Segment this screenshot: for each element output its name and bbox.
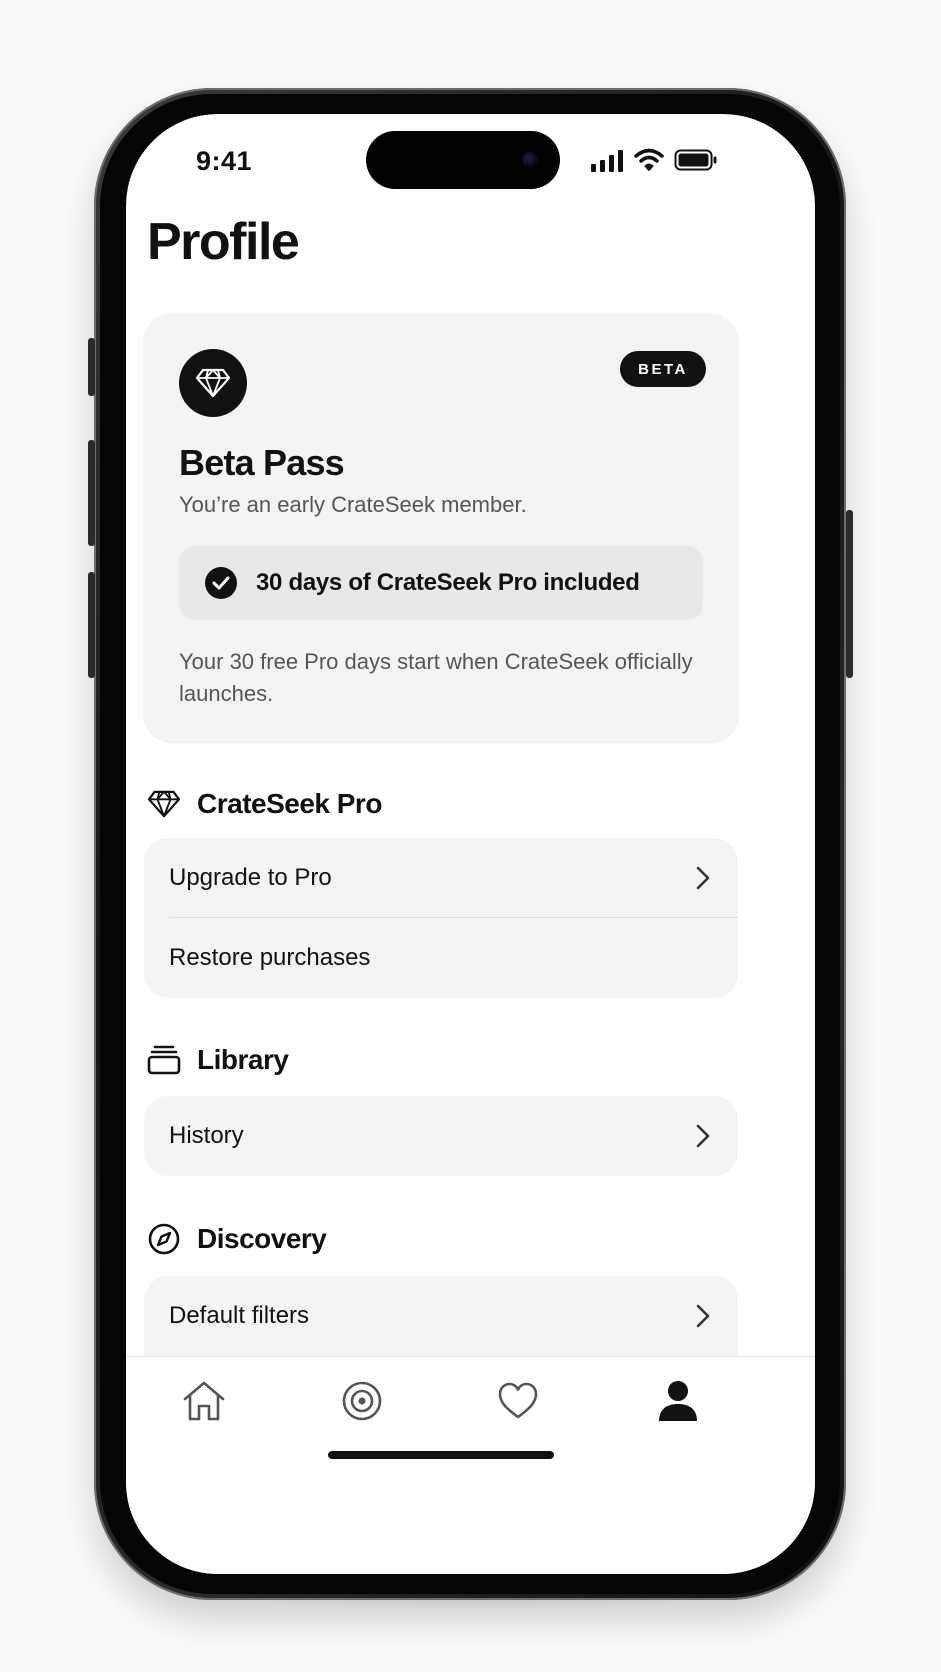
library-settings-group: History <box>144 1096 738 1176</box>
default-filters-row[interactable]: Default filters <box>144 1276 738 1356</box>
screen: 9:41 Profile BETA Beta Pass You’re an ea… <box>126 114 815 1574</box>
row-label: Default filters <box>169 1302 310 1329</box>
chevron-right-icon <box>696 1304 710 1328</box>
section-header-library: Library <box>147 1044 289 1076</box>
section-title: Discovery <box>197 1223 327 1254</box>
stack-icon <box>147 1045 181 1075</box>
beta-badge: BETA <box>620 351 706 387</box>
chevron-right-icon <box>696 866 710 890</box>
row-label: History <box>169 1122 244 1149</box>
page-title: Profile <box>147 213 300 271</box>
power-button <box>846 510 853 678</box>
home-indicator[interactable] <box>328 1451 554 1459</box>
home-icon <box>183 1381 225 1421</box>
dynamic-island <box>366 131 560 189</box>
person-icon <box>659 1381 697 1421</box>
cellular-signal-icon <box>591 150 623 172</box>
chevron-right-icon <box>696 1124 710 1148</box>
diamond-icon <box>147 790 181 818</box>
row-label: Restore purchases <box>169 944 371 971</box>
section-title: CrateSeek Pro <box>197 788 382 819</box>
section-header-discovery: Discovery <box>147 1222 327 1256</box>
tab-favorites[interactable] <box>492 1375 544 1427</box>
restore-purchases-row[interactable]: Restore purchases <box>144 918 738 998</box>
history-row[interactable]: History <box>144 1096 738 1176</box>
section-title: Library <box>197 1044 289 1075</box>
tab-home[interactable] <box>178 1375 230 1427</box>
tab-profile[interactable] <box>652 1375 704 1427</box>
volume-down-button <box>88 572 95 678</box>
volume-up-button <box>88 440 95 546</box>
compass-icon <box>148 1223 180 1255</box>
pro-included-banner: 30 days of CrateSeek Pro included <box>179 546 703 620</box>
upgrade-to-pro-row[interactable]: Upgrade to Pro <box>144 838 738 918</box>
battery-icon <box>674 149 717 171</box>
pro-settings-group: Upgrade to Pro Restore purchases <box>144 838 738 998</box>
heart-icon <box>498 1382 538 1419</box>
tab-discover[interactable] <box>336 1375 388 1427</box>
target-icon <box>342 1381 382 1421</box>
silent-switch <box>88 338 95 396</box>
diamond-icon <box>195 368 231 398</box>
checkmark-icon <box>205 567 237 599</box>
front-camera <box>522 152 538 168</box>
beta-pass-card: BETA Beta Pass You’re an early CrateSeek… <box>144 314 738 742</box>
tab-bar <box>126 1356 815 1574</box>
diamond-badge <box>179 349 247 417</box>
section-header-crateseek-pro: CrateSeek Pro <box>147 788 382 820</box>
beta-pass-subtitle: You’re an early CrateSeek member. <box>179 492 527 517</box>
row-label: Upgrade to Pro <box>169 864 332 891</box>
status-time: 9:41 <box>196 146 253 176</box>
beta-pass-note: Your 30 free Pro days start when CrateSe… <box>179 649 693 706</box>
pro-included-text: 30 days of CrateSeek Pro included <box>256 569 640 596</box>
beta-pass-title: Beta Pass <box>179 442 345 483</box>
wifi-icon <box>634 148 664 171</box>
